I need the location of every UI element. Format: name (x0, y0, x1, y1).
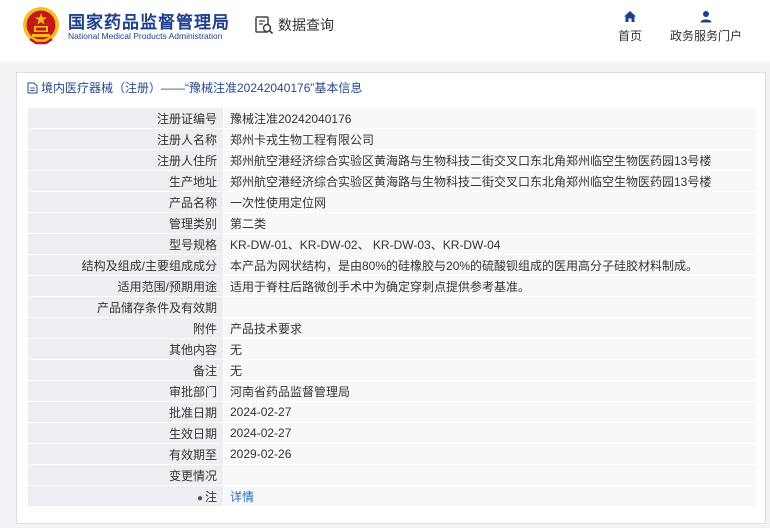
table-row: 注册人名称 郑州卡戎生物工程有限公司 (27, 128, 757, 150)
table-row: 备注无 (27, 359, 757, 381)
table-row: 产品储存条件及有效期 (27, 296, 757, 318)
row-label: 审批部门 (27, 380, 224, 402)
row-value: 产品技术要求 (223, 317, 757, 339)
row-value: 一次性使用定位网 (223, 191, 757, 213)
table-row: 变更情况 (27, 464, 757, 486)
row-value: 本产品为网状结构，是由80%的硅橡胶与20%的硫酸钡组成的医用高分子硅胶材料制成… (223, 254, 757, 276)
table-row: 型号规格 KR-DW-01、KR-DW-02、 KR-DW-03、KR-DW-04 (27, 233, 757, 255)
row-label: 注册证编号 (27, 107, 224, 129)
row-value: KR-DW-01、KR-DW-02、 KR-DW-03、KR-DW-04 (223, 233, 757, 255)
row-label: 产品名称 (27, 191, 224, 213)
document-icon (27, 82, 38, 94)
pin-icon: ● (196, 492, 203, 504)
row-label: 变更情况 (27, 464, 224, 486)
row-label: 备注 (27, 359, 224, 381)
table-row: 生效日期 2024-02-27 (27, 422, 757, 444)
row-value: 2024-02-27 (223, 422, 757, 444)
detail-panel: 境内医疗器械（注册）——“豫械注准20242040176”基本信息 注册证编号豫… (16, 72, 766, 524)
table-row: ● 注 详情 (27, 485, 757, 507)
data-query-link[interactable]: 数据查询 (254, 14, 334, 36)
table-row: 批准日期 2024-02-27 (27, 401, 757, 423)
data-query-label: 数据查询 (278, 17, 334, 33)
info-table: 注册证编号 豫械注准20242040176 注册人名称 郑州卡戎生物工程有限公司 注… (27, 107, 757, 507)
details-link[interactable]: 详情 (223, 485, 757, 507)
home-icon (624, 11, 636, 22)
row-label: 有效期至 (27, 443, 224, 465)
row-value: 适用于脊柱后路微创手术中为确定穿刺点提供参考基准。 (223, 275, 757, 297)
org-name-en: National Medical Products Administration (68, 31, 223, 41)
table-row: 注册证编号 豫械注准20242040176 (27, 107, 757, 129)
row-value: 第二类 (223, 212, 757, 234)
row-label: 产品储存条件及有效期 (27, 296, 224, 318)
table-row: 有效期至 2029-02-26 (27, 443, 757, 465)
table-row: 生产地址 郑州航空港经济综合实验区黄海路与生物科技二街交叉口东北角郑州临空生物医药… (27, 170, 757, 192)
row-value: 2029-02-26 (223, 443, 757, 465)
row-value: 无 (223, 359, 757, 381)
table-row: 其他内容无 (27, 338, 757, 360)
row-value: 2024-02-27 (223, 401, 757, 423)
table-row: 审批部门 河南省药品监督管理局 (27, 380, 757, 402)
row-label: 结构及组成/主要组成成分 (27, 254, 224, 276)
row-value: 郑州航空港经济综合实验区黄海路与生物科技二街交叉口东北角郑州临空生物医药园13号… (223, 170, 757, 192)
panel-title-text: 境内医疗器械（注册）——“豫械注准20242040176”基本信息 (41, 81, 363, 95)
row-label: 附件 (27, 317, 224, 339)
row-label: 生效日期 (27, 422, 224, 444)
nav-service-portal[interactable]: 政务服务门户 (668, 10, 744, 44)
data-search-icon (255, 16, 274, 35)
row-label: 注册人名称 (27, 128, 224, 150)
nav-home[interactable]: 首页 (613, 10, 647, 44)
table-row: 结构及组成/主要组成成分 本产品为网状结构，是由80%的硅橡胶与20%的硫酸钡组成… (27, 254, 757, 276)
site-header: 国家药品监督管理局 National Medical Products Admi… (0, 0, 770, 62)
row-value: 郑州卡戎生物工程有限公司 (223, 128, 757, 150)
table-row: 附件 产品技术要求 (27, 317, 757, 339)
table-row: 产品名称 一次性使用定位网 (27, 191, 757, 213)
table-row: 管理类别 第二类 (27, 212, 757, 234)
row-value (223, 296, 757, 318)
row-label: 适用范围/预期用途 (27, 275, 224, 297)
national-emblem-icon (23, 7, 59, 45)
row-value: 郑州航空港经济综合实验区黄海路与生物科技二街交叉口东北角郑州临空生物医药园13号… (223, 149, 757, 171)
row-label: 其他内容 (27, 338, 224, 360)
nav-portal-label: 政务服务门户 (669, 29, 742, 43)
row-label: 管理类别 (27, 212, 224, 234)
row-label-note: ● 注 (27, 485, 224, 507)
row-label: 批准日期 (27, 401, 224, 423)
note-label: 注 (204, 489, 217, 504)
row-value: 河南省药品监督管理局 (223, 380, 757, 402)
user-icon (700, 11, 712, 23)
row-value: 无 (223, 338, 757, 360)
nav-home-label: 首页 (617, 29, 642, 43)
row-value: 豫械注准20242040176 (223, 107, 757, 129)
panel-title: 境内医疗器械（注册）——“豫械注准20242040176”基本信息 (17, 73, 765, 103)
row-label: 注册人住所 (27, 149, 224, 171)
org-name-cn: 国家药品监督管理局 (68, 13, 230, 32)
table-row: 注册人住所 郑州航空港经济综合实验区黄海路与生物科技二街交叉口东北角郑州临空生物医… (27, 149, 757, 171)
row-value (223, 464, 757, 486)
table-row: 适用范围/预期用途 适用于脊柱后路微创手术中为确定穿刺点提供参考基准。 (27, 275, 757, 297)
row-label: 型号规格 (27, 233, 224, 255)
row-label: 生产地址 (27, 170, 224, 192)
